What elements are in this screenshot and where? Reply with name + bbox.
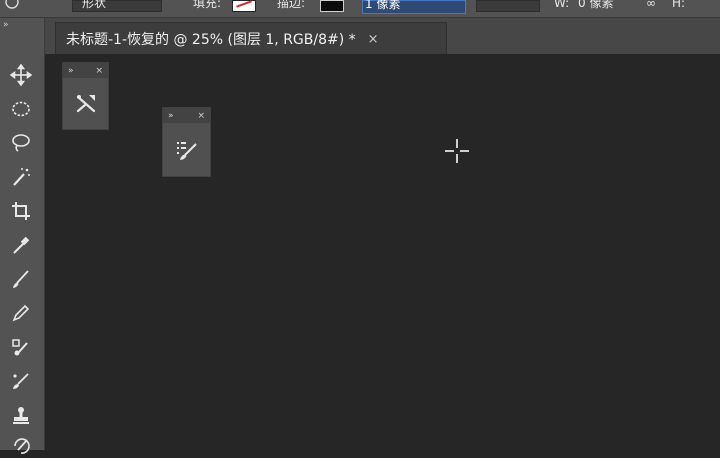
document-tab-title: 未标题-1-恢复的 @ 25% (图层 1, RGB/8#) *	[66, 32, 356, 48]
document-tab[interactable]: 未标题-1-恢复的 @ 25% (图层 1, RGB/8#) * ×	[55, 22, 447, 55]
link-icon[interactable]: ∞	[646, 0, 656, 12]
crosshair-cursor-icon	[445, 139, 469, 163]
width-input[interactable]: 0 像素	[578, 0, 613, 12]
brush-presets-button[interactable]	[163, 123, 210, 176]
tool-presets-panel: » ×	[62, 62, 109, 130]
document-canvas[interactable]	[45, 54, 720, 450]
options-bar: 形状 填充: 描边: 1 像素 W: 0 像素 ∞ H:	[0, 0, 720, 18]
move-tool-icon[interactable]	[7, 62, 35, 88]
eyedropper-tool-icon[interactable]	[7, 232, 35, 258]
fill-swatch[interactable]	[232, 0, 256, 12]
magic-wand-tool-icon[interactable]	[7, 164, 35, 190]
fill-label: 填充:	[193, 0, 222, 10]
elliptical-marquee-tool-icon[interactable]	[7, 96, 35, 122]
shape-mode-value: 形状	[82, 0, 107, 10]
tools-panel: »	[0, 18, 45, 454]
healing-brush-tool-icon[interactable]	[7, 334, 35, 360]
brush-presets-panel: » ×	[162, 107, 211, 177]
brush-presets-icon	[176, 141, 197, 160]
width-label: W:	[554, 0, 570, 10]
panel-close-icon[interactable]: ×	[95, 66, 103, 76]
stroke-label: 描边:	[277, 0, 306, 10]
tool-presets-icon	[76, 94, 95, 112]
tool-presets-button[interactable]	[63, 78, 108, 129]
pencil-tool-icon[interactable]	[7, 300, 35, 326]
color-replacement-tool-icon[interactable]	[7, 368, 35, 394]
lasso-tool-icon[interactable]	[7, 130, 35, 156]
history-brush-tool-icon[interactable]	[7, 432, 35, 458]
toolbar-collapse-icon[interactable]: »	[3, 20, 9, 30]
brush-tool-icon[interactable]	[7, 266, 35, 292]
stroke-width-input[interactable]: 1 像素	[362, 0, 466, 14]
panel-expand-icon[interactable]: »	[68, 66, 74, 76]
stroke-type-dropdown[interactable]	[476, 0, 540, 12]
document-tab-bar: 未标题-1-恢复的 @ 25% (图层 1, RGB/8#) * ×	[45, 18, 720, 55]
stroke-swatch[interactable]	[320, 0, 344, 12]
height-label: H:	[672, 0, 686, 10]
close-document-icon[interactable]: ×	[368, 32, 379, 47]
shape-tool-preset-icon[interactable]	[4, 0, 20, 12]
crop-tool-icon[interactable]	[7, 198, 35, 224]
panel-close-icon[interactable]: ×	[197, 111, 205, 121]
clone-stamp-tool-icon[interactable]	[7, 402, 35, 428]
panel-expand-icon[interactable]: »	[168, 111, 174, 121]
